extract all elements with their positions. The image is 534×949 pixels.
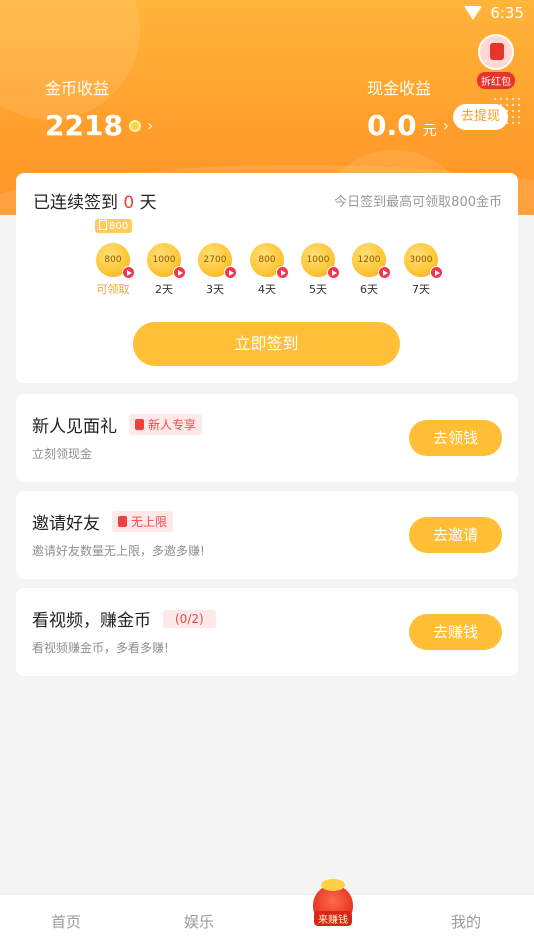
checkin-streak: 0 xyxy=(123,193,135,213)
day-amount: 800 xyxy=(104,255,122,265)
play-icon xyxy=(276,266,289,279)
claim-cash-button[interactable]: 去领钱 xyxy=(409,420,502,456)
checkin-day-5[interactable]: 1000 5天 xyxy=(296,243,340,297)
chevron-right-icon: › xyxy=(146,116,154,135)
day-amount: 1000 xyxy=(152,255,176,265)
tab-earn-label: 来赚钱 xyxy=(314,911,352,926)
day-label: 4天 xyxy=(258,283,276,296)
day-amount: 2700 xyxy=(203,255,227,265)
tab-mine[interactable]: 我的 xyxy=(451,911,481,932)
checkin-day-7[interactable]: 3000 7天 xyxy=(399,243,443,297)
checkin-day-4[interactable]: 800 4天 xyxy=(245,243,289,297)
tab-earn[interactable]: 来赚钱 xyxy=(312,879,354,943)
checkin-title-prefix: 已连续签到 xyxy=(33,193,118,213)
coin-earnings-label: 金币收益 xyxy=(45,79,110,98)
bottom-tab-bar: 首页 娱乐 来赚钱 我的 xyxy=(0,879,534,949)
red-packet-label: 拆红包 xyxy=(477,72,515,89)
task-progress-badge: (0/2) xyxy=(163,609,216,628)
cash-unit: 元 xyxy=(422,122,437,139)
coin-icon: 800 xyxy=(250,243,289,279)
coin-icon: 800 xyxy=(96,243,135,279)
play-icon xyxy=(327,266,340,279)
coin-icon: 1000 xyxy=(147,243,186,279)
status-bar: 6:35 xyxy=(464,4,524,22)
coin-earnings-value: 2218 xyxy=(45,109,123,142)
chevron-right-icon: › xyxy=(442,116,450,135)
checkin-tip: 今日签到最高可领取800金币 xyxy=(334,195,502,210)
play-icon xyxy=(122,266,135,279)
task-badge-text: 新人专享 xyxy=(148,418,197,432)
withdraw-button[interactable]: 去提现 xyxy=(453,104,509,130)
day-amount: 1000 xyxy=(306,255,330,265)
coin-icon: 1200 xyxy=(352,243,391,279)
day-label: 6天 xyxy=(360,283,378,296)
task-desc: 看视频赚金币，多看多赚! xyxy=(32,641,169,655)
today-reward-badge: 800 xyxy=(95,219,133,233)
checkin-day-6[interactable]: 1200 6天 xyxy=(347,243,391,297)
day-label: 5天 xyxy=(309,283,327,296)
clock: 6:35 xyxy=(490,4,524,22)
play-icon xyxy=(173,266,186,279)
coin-icon: 3000 xyxy=(404,243,443,279)
red-packet-icon xyxy=(135,419,144,430)
red-packet-icon xyxy=(118,516,127,527)
tab-entertainment[interactable]: 娱乐 xyxy=(184,911,214,932)
task-desc: 立刻领现金 xyxy=(32,447,93,461)
task-card-video: 看视频，赚金币 (0/2) 看视频赚金币，多看多赚! 去赚钱 xyxy=(16,588,518,676)
earn-button[interactable]: 去赚钱 xyxy=(409,614,502,650)
checkin-title-suffix: 天 xyxy=(139,193,157,213)
coin-earnings[interactable]: 金币收益 2218 › xyxy=(45,75,153,142)
sign-in-button[interactable]: 立即签到 xyxy=(133,322,400,366)
red-packet-button[interactable]: 拆红包 xyxy=(476,34,516,89)
checkin-title: 已连续签到 0 天 xyxy=(33,188,157,213)
coin-icon xyxy=(128,119,141,132)
red-packet-icon xyxy=(478,34,514,70)
cash-earnings[interactable]: 现金收益 0.0 元 › xyxy=(367,75,449,142)
cash-earnings-value: 0.0 xyxy=(367,109,417,142)
task-card-newbie: 新人见面礼 新人专享 立刻领现金 去领钱 xyxy=(16,394,518,482)
day-amount: 3000 xyxy=(409,255,433,265)
day-amount: 1200 xyxy=(357,255,381,265)
day-amount: 800 xyxy=(258,255,276,265)
invite-button[interactable]: 去邀请 xyxy=(409,517,502,553)
task-title: 看视频，赚金币 xyxy=(32,611,151,631)
day-label: 2天 xyxy=(155,283,173,296)
play-icon xyxy=(430,266,443,279)
task-title: 邀请好友 xyxy=(32,514,100,534)
coin-icon: 2700 xyxy=(198,243,237,279)
day-label: 7天 xyxy=(412,283,430,296)
checkin-day-3[interactable]: 2700 3天 xyxy=(193,243,237,297)
day-label: 可领取 xyxy=(96,283,130,296)
tab-home[interactable]: 首页 xyxy=(51,911,81,932)
cash-earnings-label: 现金收益 xyxy=(367,79,432,98)
play-icon xyxy=(378,266,391,279)
checkin-card: 已连续签到 0 天 今日签到最高可领取800金币 800 800 可领取 100… xyxy=(16,173,518,383)
task-card-invite: 邀请好友 无上限 邀请好友数量无上限，多邀多赚! 去邀请 xyxy=(16,491,518,579)
checkin-day-1[interactable]: 800 可领取 xyxy=(91,243,135,297)
coin-icon: 1000 xyxy=(301,243,340,279)
task-title: 新人见面礼 xyxy=(32,417,117,437)
day-label: 3天 xyxy=(206,283,224,296)
wifi-icon xyxy=(464,6,483,20)
play-icon xyxy=(224,266,237,279)
task-badge: 新人专享 xyxy=(129,414,203,435)
task-desc: 邀请好友数量无上限，多邀多赚! xyxy=(32,544,205,558)
task-badge: 无上限 xyxy=(112,511,174,532)
task-badge-text: 无上限 xyxy=(131,515,168,529)
checkin-day-2[interactable]: 1000 2天 xyxy=(142,243,186,297)
